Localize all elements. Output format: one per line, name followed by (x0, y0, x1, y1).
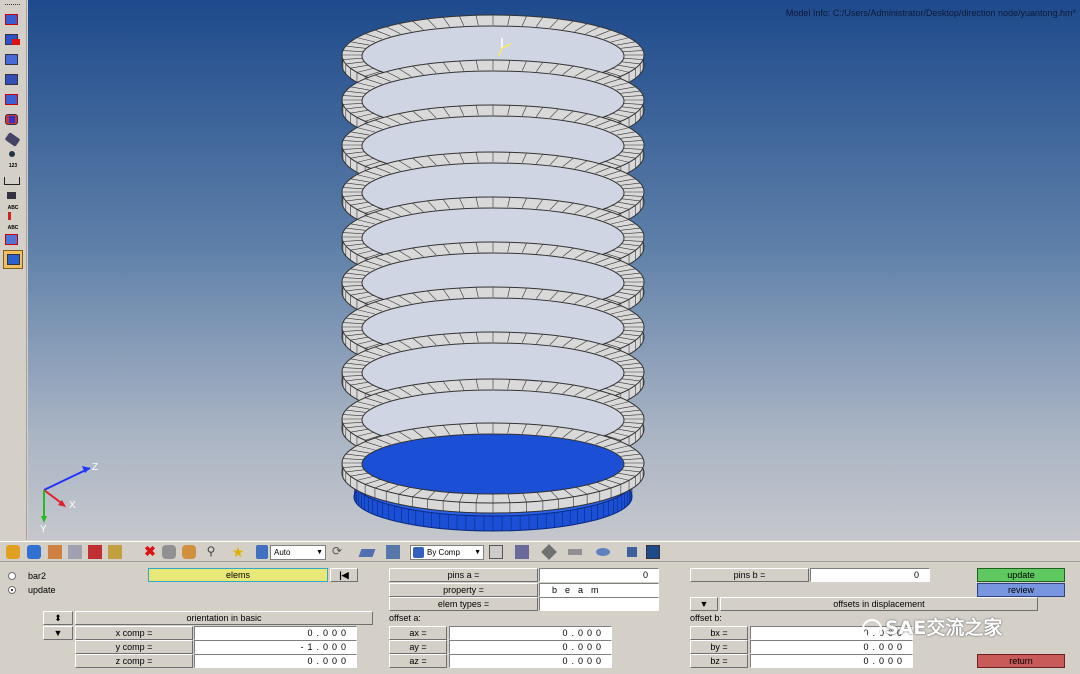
ax-label: ax = (389, 626, 447, 640)
orientation-dropdown-icon[interactable]: ▼ (43, 626, 73, 640)
return-button[interactable]: return (977, 654, 1065, 668)
graphics-viewport[interactable]: Model Info: C:/Users/Administrator/Deskt… (28, 0, 1080, 540)
model-browser-icon[interactable] (3, 232, 22, 249)
isolate-icon[interactable] (182, 545, 196, 559)
color-mode-select[interactable]: By Comp ▼ (410, 545, 484, 560)
pins-a-field[interactable]: 0 (539, 568, 659, 582)
graphics-window-icon[interactable] (646, 545, 660, 559)
y-comp-field[interactable]: -1.000 (194, 640, 357, 654)
shaded-mesh-icon[interactable] (515, 545, 529, 559)
display-swap-icon[interactable] (3, 32, 22, 49)
offsets-dropdown-icon[interactable]: ▼ (690, 597, 718, 611)
shrink-icon[interactable] (596, 548, 610, 556)
abc-label-1: ABC (7, 205, 19, 211)
by-label: by = (690, 640, 748, 654)
feature-edges-icon[interactable] (541, 544, 557, 560)
materials-icon[interactable] (68, 545, 82, 559)
numbers-icon[interactable]: 123 (3, 150, 22, 170)
reset-selection-icon[interactable]: |◀ (330, 568, 358, 582)
wechat-logo-icon (862, 618, 882, 639)
bz-field[interactable]: 0.000 (750, 654, 913, 668)
ax-field[interactable]: 0.000 (449, 626, 612, 640)
visualization-toolbar: ✖ ⚲ ★ Auto ▼ ⟳ By Comp ▼ (0, 541, 1080, 562)
bz-label: bz = (690, 654, 748, 668)
display-faces-icon[interactable] (3, 72, 22, 89)
wireframe-icon[interactable] (489, 545, 503, 559)
display-elems-icon[interactable] (3, 52, 22, 69)
properties-icon[interactable] (48, 545, 62, 559)
hide-icon[interactable] (162, 545, 176, 559)
connectors-icon[interactable]: ⚲ (204, 545, 218, 559)
pins-b-label: pins b = (690, 568, 809, 582)
auto-select-value: Auto (274, 548, 291, 557)
pins-a-label: pins a = (389, 568, 538, 582)
elements-icon[interactable] (27, 545, 41, 559)
abc-label-2: ABC (7, 225, 19, 231)
az-field[interactable]: 0.000 (449, 654, 612, 668)
box-view-icon[interactable] (386, 545, 400, 559)
watermark-text: SAE交流之家 (862, 613, 1002, 640)
bar2-label: bar2 (28, 571, 47, 581)
z-comp-label: z comp = (75, 654, 193, 668)
update-button[interactable]: update (977, 568, 1065, 582)
orientation-in-basic-toggle[interactable]: orientation in basic (75, 611, 373, 625)
shading-auto-icon[interactable] (256, 545, 268, 559)
loadcols-icon[interactable] (88, 545, 102, 559)
components-icon[interactable] (6, 545, 20, 559)
label-abc-alt-icon[interactable]: ABC (3, 212, 22, 232)
by-field[interactable]: 0.000 (750, 640, 913, 654)
offset-a-label: offset a: (389, 613, 421, 623)
lighting-icon[interactable]: ⟳ (332, 545, 346, 559)
left-toolbar: 123 ABC ABC (0, 0, 27, 540)
update-radio[interactable] (8, 586, 16, 594)
pins-b-field[interactable]: 0 (810, 568, 930, 582)
update-label: update (28, 585, 56, 595)
toolbar-grip[interactable] (3, 2, 22, 8)
element-planes-icon[interactable] (568, 549, 582, 555)
x-comp-label: x comp = (75, 626, 193, 640)
axis-z-label: Z (92, 462, 98, 473)
display-all-icon[interactable] (3, 12, 22, 29)
label-abc-icon[interactable]: ABC (3, 192, 22, 212)
z-comp-field[interactable]: 0.000 (194, 654, 357, 668)
visualization-mode-select[interactable]: Auto ▼ (270, 545, 326, 560)
favorites-star-icon[interactable]: ★ (231, 545, 245, 559)
ay-field[interactable]: 0.000 (449, 640, 612, 654)
bar2-radio[interactable] (8, 572, 16, 580)
elem-types-field[interactable] (539, 597, 659, 611)
measure-icon[interactable] (3, 172, 22, 189)
transparency-icon[interactable] (627, 547, 637, 557)
global-axes-triad (41, 466, 91, 523)
bx-label: bx = (690, 626, 748, 640)
display-isolate-icon[interactable] (3, 92, 22, 109)
user-view-icon[interactable] (3, 250, 23, 269)
axis-x-label: X (69, 500, 76, 511)
ay-label: ay = (389, 640, 447, 654)
numbers-label: 123 (8, 163, 18, 169)
cylinder-mesh-model[interactable]: Z X Y (28, 0, 1080, 540)
az-label: az = (389, 654, 447, 668)
property-field[interactable]: beam (539, 583, 659, 597)
property-label: property = (389, 583, 538, 597)
review-button[interactable]: review (977, 583, 1065, 597)
offsets-in-displacement-toggle[interactable]: offsets in displacement (720, 597, 1038, 611)
display-wire-icon[interactable] (3, 132, 22, 149)
by-comp-select-value: By Comp (427, 548, 460, 557)
x-comp-field[interactable]: 0.000 (194, 626, 357, 640)
offset-b-label: offset b: (690, 613, 722, 623)
elem-types-label: elem types = (389, 597, 538, 611)
systems-icon[interactable] (108, 545, 122, 559)
mesh-ring[interactable] (341, 422, 645, 514)
swap-orientation-icon[interactable]: ⬍ (43, 611, 73, 625)
display-shaded-icon[interactable] (3, 112, 22, 129)
axis-y-label: Y (40, 524, 47, 535)
clipping-icon[interactable] (358, 549, 376, 557)
delete-icon[interactable]: ✖ (143, 544, 157, 559)
hypermesh-window: 123 ABC ABC Model Info: C:/Users/Adminis… (0, 0, 1080, 674)
elems-selector[interactable]: elems (148, 568, 328, 582)
y-comp-label: y comp = (75, 640, 193, 654)
